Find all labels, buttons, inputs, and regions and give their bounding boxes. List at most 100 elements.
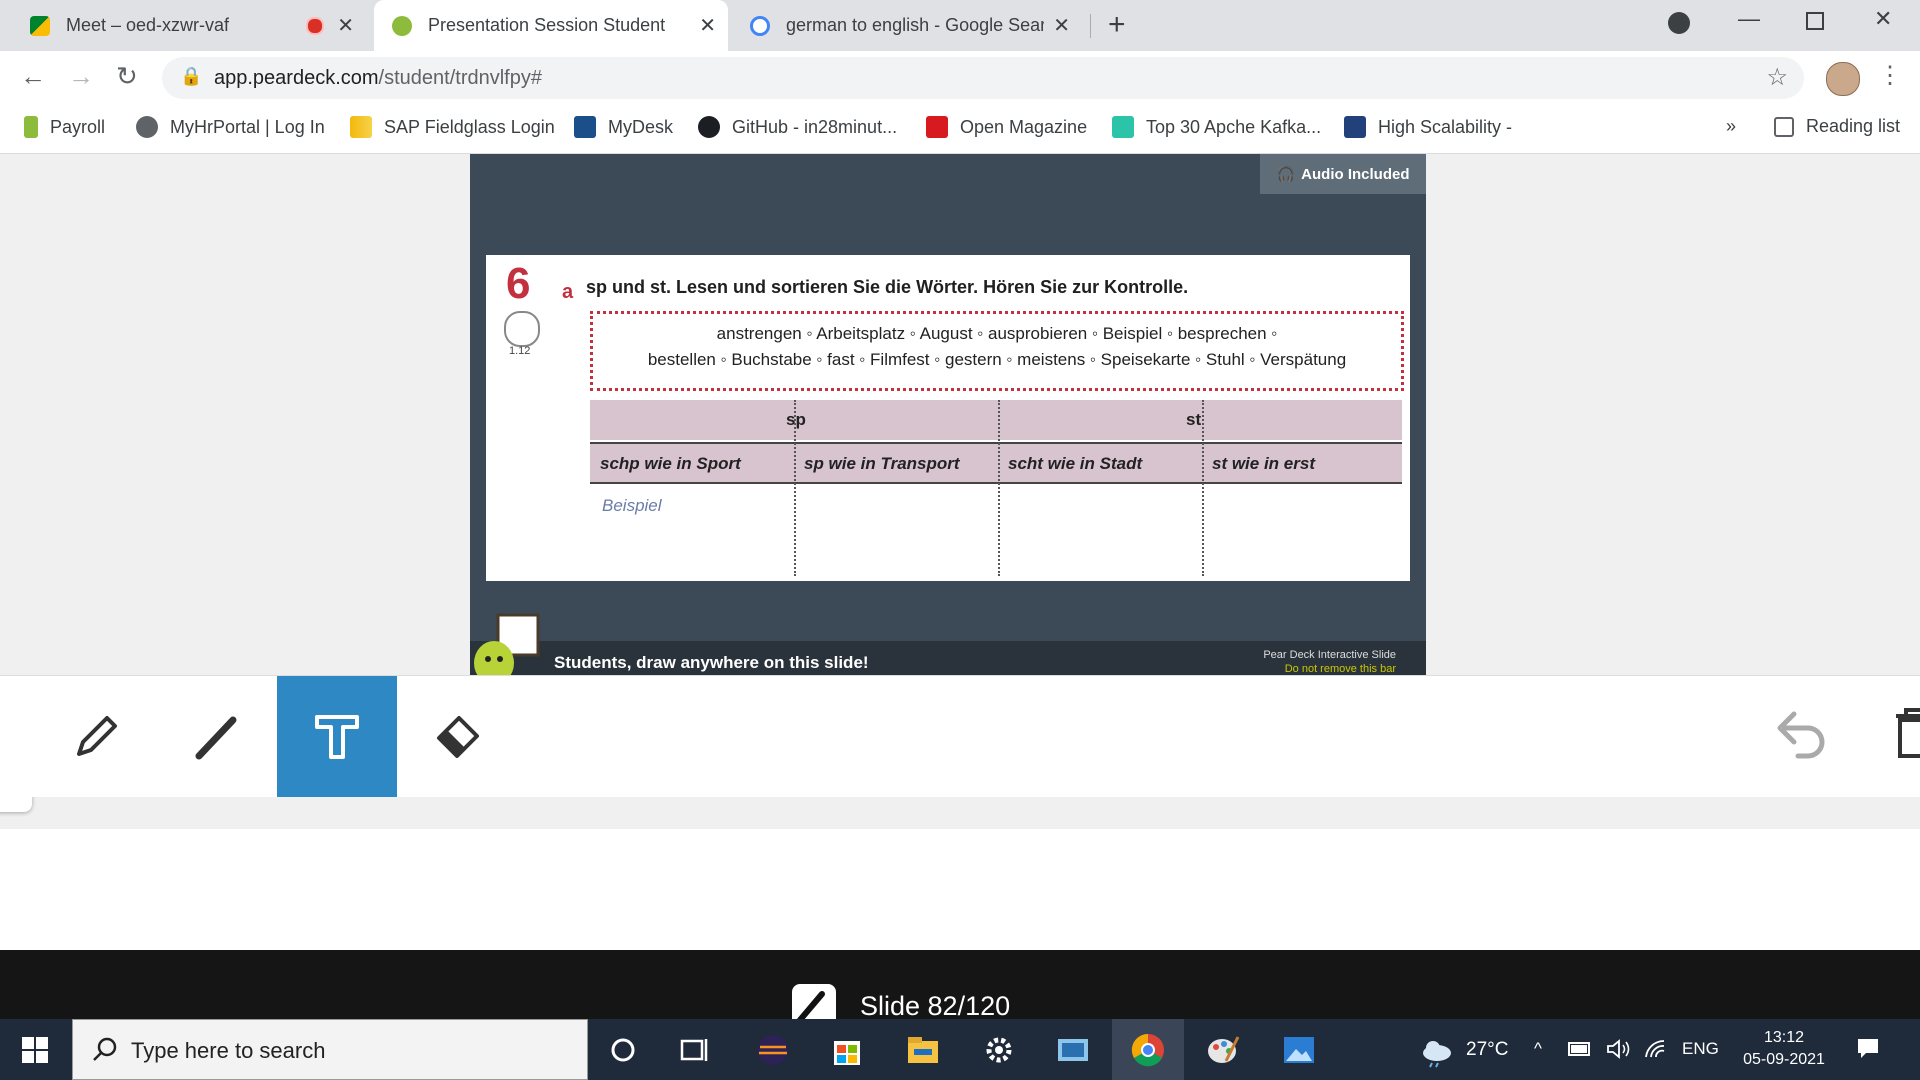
tab-strip: Meet – oed-xzwr-vaf ✕ Presentation Sessi… bbox=[0, 0, 1920, 51]
bookmark-star-icon[interactable]: ☆ bbox=[1766, 63, 1788, 92]
battery-icon[interactable] bbox=[1568, 1039, 1592, 1059]
tab-title: Meet – oed-xzwr-vaf bbox=[66, 15, 230, 35]
lock-icon: 🔒 bbox=[180, 66, 203, 86]
undo-icon[interactable] bbox=[1772, 704, 1832, 764]
kafka-icon bbox=[1112, 116, 1134, 138]
clock[interactable]: 13:12 05-09-2021 bbox=[1736, 1027, 1832, 1071]
input-language[interactable]: ENG bbox=[1682, 1039, 1719, 1059]
close-tab-icon[interactable]: ✕ bbox=[337, 13, 354, 38]
eraser-icon bbox=[437, 715, 479, 758]
tab-title: Presentation Session Student bbox=[428, 15, 666, 35]
sorting-table: sp st schp wie in Sport sp wie in Transp… bbox=[590, 400, 1402, 576]
bookmarks-overflow-button[interactable]: » bbox=[1726, 116, 1736, 137]
globe-icon bbox=[136, 116, 158, 138]
profile-avatar[interactable] bbox=[1826, 62, 1860, 96]
fieldglass-icon bbox=[350, 116, 372, 138]
windows-start-icon[interactable] bbox=[22, 1037, 48, 1063]
back-arrow-icon[interactable]: ← bbox=[20, 61, 46, 92]
exercise-instruction: sp und st. Lesen und sortieren Sie die W… bbox=[586, 277, 1189, 297]
restore-icon[interactable] bbox=[1806, 12, 1824, 30]
tab-google-search[interactable]: german to english - Google Sear ✕ bbox=[736, 0, 1082, 51]
bookmark-mydesk[interactable]: MyDesk bbox=[574, 116, 673, 138]
bookmark-sap-fieldglass[interactable]: SAP Fieldglass Login bbox=[350, 116, 555, 138]
pencil-tool[interactable] bbox=[36, 676, 156, 797]
eraser-tool[interactable] bbox=[398, 676, 518, 797]
trash-icon[interactable] bbox=[1896, 706, 1920, 762]
word-box: anstrengen ◦ Arbeitsplatz ◦ August ◦ aus… bbox=[590, 311, 1404, 391]
draw-prompt: Students, draw anywhere on this slide! bbox=[554, 653, 869, 672]
drawing-toolbar bbox=[0, 675, 1920, 797]
forward-arrow-icon[interactable]: → bbox=[68, 61, 94, 92]
eclipse-icon[interactable] bbox=[754, 1031, 792, 1069]
file-explorer-icon[interactable] bbox=[904, 1031, 942, 1069]
bookmark-myhrportal[interactable]: MyHrPortal | Log In bbox=[136, 116, 325, 138]
close-tab-icon[interactable]: ✕ bbox=[699, 13, 716, 38]
show-hidden-icons-chevron-icon[interactable]: ^ bbox=[1534, 1039, 1542, 1059]
photos-icon[interactable] bbox=[1280, 1031, 1318, 1069]
taskbar-search-box[interactable]: Type here to search bbox=[72, 1019, 588, 1080]
github-icon bbox=[698, 116, 720, 138]
settings-gear-icon[interactable] bbox=[980, 1031, 1018, 1069]
cortana-icon[interactable] bbox=[604, 1031, 642, 1069]
reading-list-icon bbox=[1774, 116, 1794, 137]
mydesk-icon bbox=[574, 116, 596, 138]
tab-search-icon[interactable] bbox=[1668, 12, 1690, 34]
word-list-line: bestellen ◦ Buchstabe ◦ fast ◦ Filmfest … bbox=[647, 350, 1347, 369]
slide-canvas[interactable]: 🎧 Audio Included 6 1.12 a sp und st. Lese… bbox=[470, 154, 1426, 687]
wifi-icon[interactable] bbox=[1644, 1039, 1668, 1059]
remote-desktop-icon[interactable] bbox=[1054, 1031, 1092, 1069]
plus-icon[interactable]: + bbox=[1108, 8, 1126, 42]
bookmark-open-magazine[interactable]: Open Magazine bbox=[926, 116, 1087, 138]
tab-separator bbox=[1090, 14, 1091, 38]
peardeck-brand-label: Pear Deck Interactive Slide bbox=[1263, 649, 1396, 661]
part-letter: a bbox=[562, 281, 574, 303]
bookmark-github[interactable]: GitHub - in28minut... bbox=[698, 116, 897, 138]
bookmark-high-scalability[interactable]: High Scalability - bbox=[1344, 116, 1512, 138]
bookmark-kafka[interactable]: Top 30 Apche Kafka... bbox=[1112, 116, 1321, 138]
paint-icon[interactable] bbox=[1204, 1031, 1242, 1069]
tab-title: german to english - Google Sear bbox=[786, 15, 1044, 35]
clock-time: 13:12 bbox=[1763, 1029, 1805, 1046]
exercise-number: 6 bbox=[506, 259, 531, 308]
do-not-remove-note: Do not remove this bar bbox=[1284, 663, 1396, 675]
chrome-icon[interactable] bbox=[1129, 1031, 1167, 1069]
browser-toolbar: ← → ↻ 🔒 app.peardeck.com/student/trdnvlf… bbox=[0, 51, 1920, 105]
reload-icon[interactable]: ↻ bbox=[116, 61, 138, 92]
task-view-icon[interactable] bbox=[676, 1031, 714, 1069]
windows-taskbar: Type here to search 27°C ^ ENG 13:12 05-… bbox=[0, 1019, 1920, 1080]
column-header: sp wie in Transport bbox=[804, 454, 960, 473]
reading-list-button[interactable]: Reading list bbox=[1774, 116, 1900, 137]
audio-cd-icon bbox=[504, 311, 540, 347]
volume-icon[interactable] bbox=[1606, 1039, 1630, 1059]
search-placeholder: Type here to search bbox=[131, 1038, 326, 1063]
bookmark-payroll[interactable]: Payroll bbox=[24, 116, 105, 138]
marker-icon bbox=[195, 716, 237, 759]
kebab-menu-icon[interactable]: ⋮ bbox=[1878, 61, 1902, 90]
close-window-icon[interactable]: ✕ bbox=[1874, 6, 1892, 32]
pencil-icon bbox=[77, 715, 117, 756]
open-magazine-icon bbox=[926, 116, 948, 138]
recording-icon bbox=[306, 16, 324, 35]
google-icon bbox=[750, 15, 770, 36]
notification-center-icon[interactable] bbox=[1856, 1036, 1880, 1060]
audio-included-badge: 🎧 Audio Included bbox=[1260, 154, 1426, 194]
close-tab-icon[interactable]: ✕ bbox=[1053, 13, 1070, 38]
tab-presentation[interactable]: Presentation Session Student ✕ bbox=[374, 0, 728, 51]
text-tool[interactable] bbox=[277, 676, 397, 797]
bookmarks-bar: Payroll MyHrPortal | Log In SAP Fieldgla… bbox=[0, 105, 1920, 154]
marker-tool[interactable] bbox=[156, 676, 276, 797]
exercise-page: 6 1.12 a sp und st. Lesen und sortieren … bbox=[486, 255, 1410, 581]
slide-counter-bar: Slide 82/120 bbox=[0, 950, 1920, 1028]
group-st: st bbox=[1186, 410, 1202, 429]
pear-deck-icon bbox=[392, 15, 412, 36]
url-text: app.peardeck.com/student/trdnvlfpy# bbox=[214, 67, 542, 89]
search-icon bbox=[93, 1037, 117, 1061]
headphones-icon: 🎧 bbox=[1276, 166, 1296, 183]
pear-icon bbox=[24, 116, 38, 138]
minimize-icon[interactable]: — bbox=[1738, 6, 1760, 32]
address-bar[interactable]: 🔒 app.peardeck.com/student/trdnvlfpy# ☆ bbox=[162, 57, 1804, 99]
column-divider bbox=[794, 400, 796, 576]
microsoft-store-icon[interactable] bbox=[828, 1031, 866, 1069]
column-header: scht wie in Stadt bbox=[1008, 454, 1143, 473]
tab-meet[interactable]: Meet – oed-xzwr-vaf ✕ bbox=[14, 0, 366, 51]
